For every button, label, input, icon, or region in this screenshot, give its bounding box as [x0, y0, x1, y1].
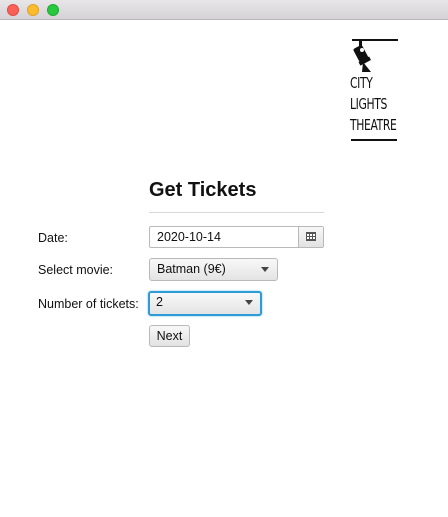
window-close-button[interactable] — [7, 4, 19, 16]
tickets-select-value: 2 — [156, 295, 163, 309]
logo-wordmark: CITY LIGHTS THEATRE — [350, 73, 397, 136]
chevron-down-icon — [261, 267, 269, 272]
chevron-down-icon — [245, 300, 253, 305]
calendar-icon — [306, 232, 316, 241]
date-picker — [149, 226, 324, 248]
logo-line-lights: LIGHTS — [350, 95, 387, 113]
calendar-button[interactable] — [298, 227, 323, 247]
date-input[interactable] — [150, 227, 300, 247]
window-titlebar — [0, 0, 448, 20]
logo-line-theatre: THEATRE — [350, 116, 397, 134]
title-divider — [149, 212, 324, 213]
page-title: Get Tickets — [149, 179, 257, 201]
city-lights-theatre-logo: CITY LIGHTS THEATRE — [350, 38, 400, 143]
tickets-select[interactable]: 2 — [148, 291, 262, 316]
tickets-label: Number of tickets: — [38, 297, 139, 311]
logo-underline — [351, 139, 397, 141]
date-label: Date: — [38, 231, 68, 245]
movie-label: Select movie: — [38, 263, 114, 277]
window-minimize-button[interactable] — [27, 4, 39, 16]
logo-line-city: CITY — [350, 74, 373, 92]
next-button[interactable]: Next — [149, 325, 190, 347]
movie-select[interactable]: Batman (9€) — [149, 258, 278, 281]
window-maximize-button[interactable] — [47, 4, 59, 16]
spotlight-icon — [352, 39, 398, 72]
movie-select-value: Batman (9€) — [157, 262, 226, 276]
